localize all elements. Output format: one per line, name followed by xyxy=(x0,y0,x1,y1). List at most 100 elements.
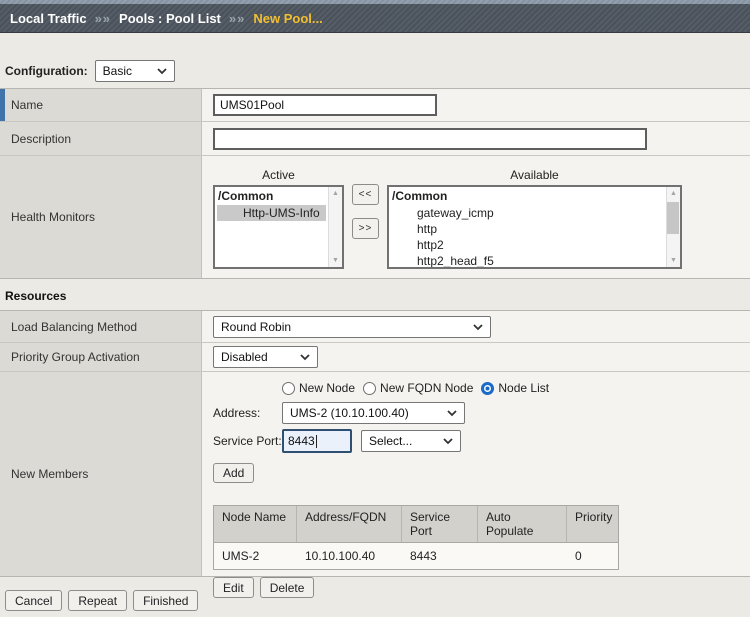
load-balancing-row: Load Balancing Method Round Robin xyxy=(0,311,750,343)
footer-buttons: Cancel Repeat Finished xyxy=(5,590,750,611)
scroll-up-icon[interactable]: ▲ xyxy=(332,190,339,197)
priority-group-label-cell: Priority Group Activation xyxy=(0,343,202,371)
chevron-down-icon xyxy=(294,350,310,364)
chevron-down-icon xyxy=(441,406,457,420)
cell-auto-populate xyxy=(478,543,567,569)
move-to-available-button[interactable]: >> xyxy=(352,218,379,239)
priority-group-label: Priority Group Activation xyxy=(11,350,140,364)
finished-button[interactable]: Finished xyxy=(133,590,198,611)
load-balancing-label: Load Balancing Method xyxy=(11,320,137,334)
description-row: Description xyxy=(0,122,750,156)
load-balancing-select[interactable]: Round Robin xyxy=(213,316,491,338)
active-monitors-column: Active /Common Http-UMS-Info ▲ ▼ xyxy=(213,168,344,269)
column-header-service-port: Service Port xyxy=(402,506,478,542)
node-list-radio-label[interactable]: Node List xyxy=(498,381,549,395)
address-line: Address: UMS-2 (10.10.100.40) xyxy=(213,402,465,424)
available-monitor-item[interactable]: http2_head_f5 xyxy=(391,253,664,269)
description-input[interactable] xyxy=(213,128,647,150)
health-monitors-content-cell: Active /Common Http-UMS-Info ▲ ▼ << >> xyxy=(202,156,750,278)
chevron-down-icon xyxy=(437,434,453,448)
delete-member-button[interactable]: Delete xyxy=(260,577,315,598)
health-monitors-widget: Active /Common Http-UMS-Info ▲ ▼ << >> xyxy=(213,166,742,269)
health-monitors-label-cell: Health Monitors xyxy=(0,156,202,278)
service-port-line: Service Port: 8443 Select... xyxy=(213,429,461,453)
column-header-priority: Priority xyxy=(567,506,620,542)
breadcrumb-separator-icon: »» xyxy=(95,11,111,26)
address-select[interactable]: UMS-2 (10.10.100.40) xyxy=(282,402,465,424)
cancel-button[interactable]: Cancel xyxy=(5,590,62,611)
breadcrumb-pool-list[interactable]: Pools : Pool List xyxy=(119,11,221,26)
active-listbox-scrollbar[interactable]: ▲ ▼ xyxy=(328,187,342,267)
configuration-select-value: Basic xyxy=(103,64,132,78)
health-monitors-label: Health Monitors xyxy=(11,210,95,224)
description-label: Description xyxy=(11,132,71,146)
column-header-node-name: Node Name xyxy=(214,506,297,542)
scroll-down-icon[interactable]: ▼ xyxy=(332,257,339,264)
new-members-label: New Members xyxy=(11,467,88,481)
address-select-value: UMS-2 (10.10.100.40) xyxy=(290,406,409,420)
active-partition-header: /Common xyxy=(217,189,326,205)
breadcrumb-bar: Local Traffic »» Pools : Pool List »» Ne… xyxy=(0,0,750,33)
name-input[interactable] xyxy=(213,94,437,116)
priority-group-row: Priority Group Activation Disabled xyxy=(0,343,750,372)
priority-group-content-cell: Disabled xyxy=(202,343,750,371)
cell-address-fqdn: 10.10.100.40 xyxy=(297,543,402,569)
description-content-cell xyxy=(202,122,750,155)
new-fqdn-node-radio[interactable] xyxy=(363,382,376,395)
cell-service-port: 8443 xyxy=(402,543,478,569)
available-partition-header: /Common xyxy=(391,189,664,205)
new-members-content-cell: New Node New FQDN Node Node List Address… xyxy=(202,372,750,576)
column-header-address-fqdn: Address/FQDN xyxy=(297,506,402,542)
chevron-down-icon xyxy=(467,320,483,334)
name-content-cell xyxy=(202,89,750,121)
general-properties-table: Name Description Health Monitors Active … xyxy=(0,88,750,279)
service-port-label: Service Port: xyxy=(213,434,282,448)
add-member-button[interactable]: Add xyxy=(213,463,254,483)
resources-section-title: Resources xyxy=(5,289,750,303)
available-monitor-item[interactable]: http2 xyxy=(391,237,664,253)
new-members-row: New Members New Node New FQDN Node Node … xyxy=(0,372,750,576)
breadcrumb-current-page: New Pool... xyxy=(253,11,322,26)
active-monitors-listbox[interactable]: /Common Http-UMS-Info ▲ ▼ xyxy=(213,185,344,269)
load-balancing-label-cell: Load Balancing Method xyxy=(0,311,202,342)
chevron-down-icon xyxy=(151,64,167,78)
edit-member-button[interactable]: Edit xyxy=(213,577,254,598)
configuration-line: Configuration: Basic xyxy=(5,60,750,82)
new-node-radio[interactable] xyxy=(282,382,295,395)
breadcrumb-separator-icon: »» xyxy=(229,11,245,26)
column-header-auto-populate: Auto Populate xyxy=(478,506,567,542)
new-node-radio-label[interactable]: New Node xyxy=(299,381,355,395)
scroll-up-icon[interactable]: ▲ xyxy=(670,190,677,197)
member-type-radio-group: New Node New FQDN Node Node List xyxy=(282,381,557,395)
new-members-label-cell: New Members xyxy=(0,372,202,576)
available-monitor-item[interactable]: http xyxy=(391,221,664,237)
move-to-active-button[interactable]: << xyxy=(352,184,379,205)
new-fqdn-node-radio-label[interactable]: New FQDN Node xyxy=(380,381,473,395)
configuration-label: Configuration: xyxy=(5,64,88,78)
service-port-value: 8443 xyxy=(288,434,315,448)
cell-node-name: UMS-2 xyxy=(214,543,297,569)
available-monitor-item[interactable]: gateway_icmp xyxy=(391,205,664,221)
cell-priority: 0 xyxy=(567,543,620,569)
table-row[interactable]: UMS-2 10.10.100.40 8443 0 xyxy=(214,543,618,569)
node-list-radio[interactable] xyxy=(481,382,494,395)
priority-group-select-value: Disabled xyxy=(221,350,268,364)
members-table: Node Name Address/FQDN Service Port Auto… xyxy=(213,505,619,570)
service-port-input[interactable]: 8443 xyxy=(282,429,352,453)
scroll-down-icon[interactable]: ▼ xyxy=(670,257,677,264)
priority-group-select[interactable]: Disabled xyxy=(213,346,318,368)
scrollbar-thumb[interactable] xyxy=(667,202,679,234)
available-monitors-column: Available /Common gateway_icmp http http… xyxy=(387,168,682,269)
breadcrumb-local-traffic[interactable]: Local Traffic xyxy=(10,11,87,26)
service-port-select[interactable]: Select... xyxy=(361,430,461,452)
configuration-select[interactable]: Basic xyxy=(95,60,175,82)
monitor-move-buttons: << >> xyxy=(352,184,379,239)
active-monitor-item[interactable]: Http-UMS-Info xyxy=(217,205,326,221)
repeat-button[interactable]: Repeat xyxy=(68,590,127,611)
member-action-buttons: Edit Delete xyxy=(213,577,314,598)
required-indicator xyxy=(0,89,5,121)
text-cursor xyxy=(316,435,317,448)
available-list-label: Available xyxy=(387,168,682,185)
description-label-cell: Description xyxy=(0,122,202,155)
available-monitors-listbox[interactable]: /Common gateway_icmp http http2 http2_he… xyxy=(387,185,682,269)
